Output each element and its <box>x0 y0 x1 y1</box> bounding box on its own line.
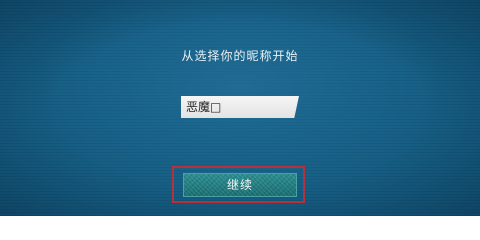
nickname-screen: 从选择你的昵称开始 恶魔□ 继续 <box>0 0 480 216</box>
nickname-prompt: 从选择你的昵称开始 <box>181 49 299 63</box>
nickname-input[interactable]: 恶魔□ <box>181 96 299 118</box>
continue-button[interactable]: 继续 <box>183 173 297 197</box>
nickname-input-value: 恶魔□ <box>186 100 222 114</box>
